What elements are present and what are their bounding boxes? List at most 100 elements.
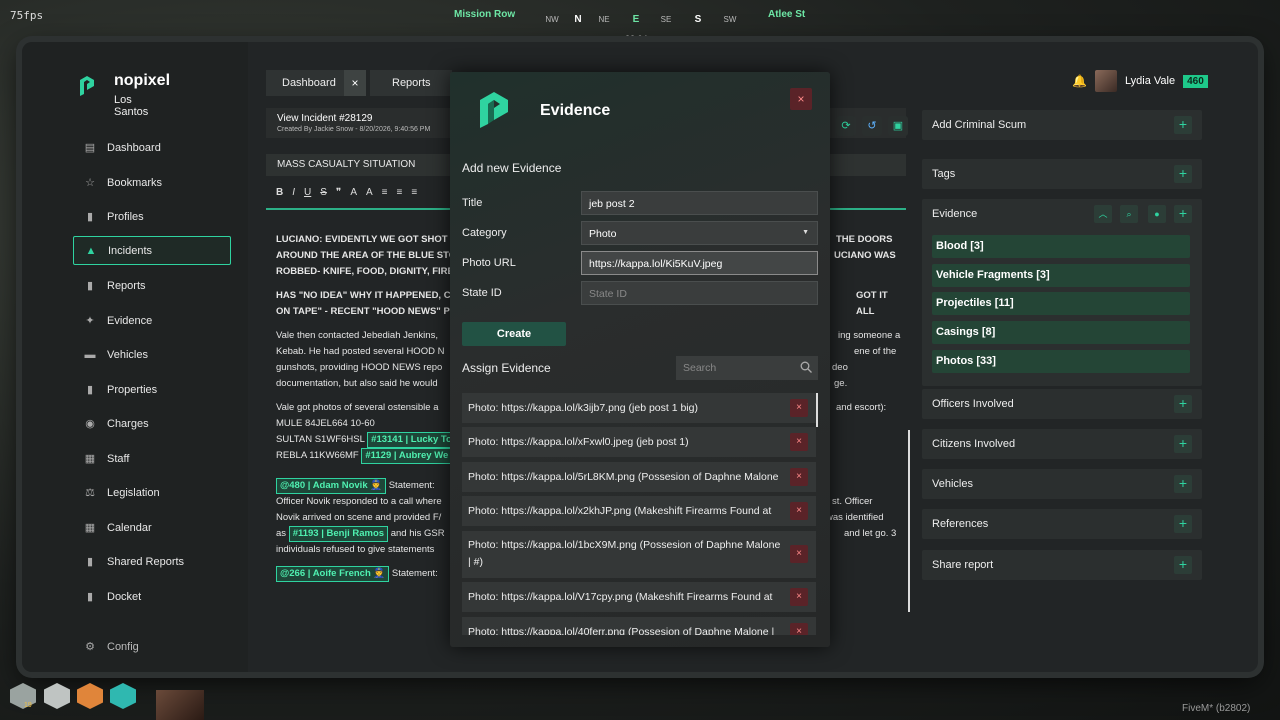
citizen-tag[interactable]: #1129 | Aubrey We	[361, 448, 453, 464]
evidence-category[interactable]: Vehicle Fragments [3]	[932, 264, 1190, 287]
quote-button[interactable]: ❞	[336, 187, 341, 198]
italic-button[interactable]: I	[292, 187, 295, 198]
sidebar-item-bookmarks[interactable]: ☆ Bookmarks	[73, 168, 231, 197]
refresh-icon[interactable]: ⟳	[836, 116, 856, 136]
sidebar-item-reports[interactable]: ▮ Reports	[73, 271, 231, 300]
photo-url-input[interactable]: https://kappa.lol/Ki5KuV.jpeg	[581, 251, 818, 275]
report-text: UCIANO WAS	[834, 250, 896, 261]
bold-button[interactable]: B	[276, 187, 283, 198]
strike-button[interactable]: S	[320, 187, 327, 198]
sidebar-item-label: Calendar	[107, 521, 152, 534]
report-text: ing someone a	[838, 330, 901, 341]
ordered-list-button[interactable]: ≡	[397, 187, 403, 198]
list-item[interactable]: Photo: https://kappa.lol/40ferr.png (Pos…	[462, 617, 816, 635]
field-label: Title	[462, 197, 483, 209]
citizen-tag[interactable]: #13141 | Lucky To	[367, 432, 456, 448]
title-input[interactable]: jeb post 2	[581, 191, 818, 215]
evidence-category[interactable]: Photos [33]	[932, 350, 1190, 373]
search-icon[interactable]: ⌕	[1120, 205, 1138, 223]
sidebar-item-calendar[interactable]: ▦ Calendar	[73, 513, 231, 542]
sidebar-item-staff[interactable]: ▦ Staff	[73, 444, 231, 473]
add-reference-button[interactable]: +	[1174, 515, 1192, 533]
sidebar-item-legislation[interactable]: ⚖ Legislation	[73, 478, 231, 507]
officer-tag[interactable]: @480 | Adam Novik 👮	[276, 478, 387, 494]
create-button[interactable]: Create	[462, 322, 566, 346]
tab-close-button[interactable]: ×	[344, 70, 366, 96]
sidebar-item-docket[interactable]: ▮ Docket	[73, 582, 231, 611]
list-item[interactable]: Photo: https://kappa.lol/xFxwl0.jpeg (je…	[462, 427, 816, 457]
remove-button[interactable]: ×	[790, 399, 808, 417]
list-item[interactable]: Photo: https://kappa.lol/5rL8KM.png (Pos…	[462, 462, 816, 513]
sidebar-item-shared-reports[interactable]: ▮ Shared Reports	[73, 547, 231, 576]
highlight-button[interactable]: A	[350, 187, 357, 198]
list-item[interactable]: Photo: https://kappa.lol/1bcX9M.png (Pos…	[462, 531, 816, 578]
tab-dashboard[interactable]: Dashboard	[266, 70, 344, 96]
modal-close-button[interactable]: ×	[790, 88, 812, 110]
list-item[interactable]: Photo: https://kappa.lol/V17cpy.png (Mak…	[462, 582, 816, 633]
list-item[interactable]: Photo: https://kappa.lol/k3ijb7.png (jeb…	[462, 393, 816, 423]
tab-label: Dashboard	[282, 77, 336, 89]
remove-button[interactable]: ×	[790, 468, 808, 486]
history-icon[interactable]: ↺	[862, 116, 882, 136]
gavel-icon: ⚖	[85, 487, 95, 499]
list-scrollbar[interactable]	[816, 393, 818, 427]
bell-icon[interactable]: 🔔	[1072, 74, 1087, 88]
nopixel-logo-icon	[480, 92, 508, 128]
nopixel-logo-icon	[80, 76, 94, 96]
list-button[interactable]: ≡	[382, 187, 388, 198]
add-tag-button[interactable]: +	[1174, 165, 1192, 183]
list-item[interactable]: Photo: https://kappa.lol/x2khJP.png (Mak…	[462, 496, 816, 547]
category-select[interactable]: Photo ▼	[581, 221, 818, 245]
fivem-version: FiveM* (b2802)	[1182, 703, 1251, 714]
remove-button[interactable]: ×	[790, 623, 808, 635]
health-status-icon	[44, 683, 70, 709]
incident-actions: ⟳ ↺ ▣	[836, 116, 908, 136]
evidence-list: Photo: https://kappa.lol/k3ijb7.png (jeb…	[462, 393, 818, 635]
align-button[interactable]: ≡	[411, 187, 417, 198]
report-text: gunshots, providing HOOD NEWS repo	[276, 362, 443, 373]
remove-button[interactable]: ×	[790, 433, 808, 451]
evidence-category[interactable]: Projectiles [11]	[932, 292, 1190, 315]
sidebar-item-properties[interactable]: ▮ Properties	[73, 375, 231, 404]
item-label: Photo: https://kappa.lol/40ferr.png (Pos…	[468, 626, 775, 635]
user-name: Lydia Vale	[1124, 75, 1176, 87]
add-citizen-button[interactable]: +	[1174, 435, 1192, 453]
report-scrollbar[interactable]	[908, 430, 910, 612]
add-officer-button[interactable]: +	[1174, 395, 1192, 413]
officer-tag[interactable]: @266 | Aoife French 👮	[276, 566, 390, 582]
citizens-section: Citizens Involved +	[922, 429, 1202, 459]
add-vehicle-button[interactable]: +	[1174, 475, 1192, 493]
search-input[interactable]: Search	[676, 356, 818, 380]
remove-button[interactable]: ×	[790, 502, 808, 520]
sidebar-item-charges[interactable]: ◉ Charges	[73, 409, 231, 438]
location-icon[interactable]: ●	[1148, 205, 1166, 223]
underline-button[interactable]: U	[304, 187, 311, 198]
compass-n: N	[574, 14, 582, 25]
tab-reports[interactable]: Reports	[370, 70, 452, 96]
collapse-icon[interactable]: ︿	[1094, 205, 1112, 223]
sidebar-item-profiles[interactable]: ▮ Profiles	[73, 202, 231, 231]
evidence-category[interactable]: Blood [3]	[932, 235, 1190, 258]
sidebar-item-dashboard[interactable]: ▤ Dashboard	[73, 133, 231, 162]
add-evidence-button[interactable]: +	[1174, 205, 1192, 223]
report-text: Kebab. He had posted several HOOD N	[276, 346, 445, 357]
star-icon: ☆	[85, 177, 95, 189]
evidence-category[interactable]: Casings [8]	[932, 321, 1190, 344]
sidebar-item-config[interactable]: ⚙ Config	[73, 632, 231, 661]
sidebar-item-label: Profiles	[107, 210, 144, 223]
share-report-button[interactable]: +	[1174, 556, 1192, 574]
avatar[interactable]	[1094, 70, 1117, 92]
sidebar-item-evidence[interactable]: ✦ Evidence	[73, 306, 231, 335]
text-color-button[interactable]: A	[366, 187, 373, 198]
remove-button[interactable]: ×	[790, 545, 808, 563]
voice-avatar	[156, 690, 204, 720]
sidebar-item-vehicles[interactable]: ▬ Vehicles	[73, 340, 231, 369]
remove-button[interactable]: ×	[790, 588, 808, 606]
section-label: Evidence	[932, 208, 978, 220]
sidebar-item-incidents[interactable]: ▲ Incidents	[73, 236, 231, 265]
save-icon[interactable]: ▣	[888, 116, 908, 136]
citizen-tag[interactable]: #1193 | Benji Ramos	[288, 526, 389, 542]
add-criminal-button[interactable]: +	[1174, 116, 1192, 134]
report-text: LUCIANO: EVIDENTLY WE GOT SHOT T	[276, 234, 456, 245]
state-id-input[interactable]: State ID	[581, 281, 818, 305]
